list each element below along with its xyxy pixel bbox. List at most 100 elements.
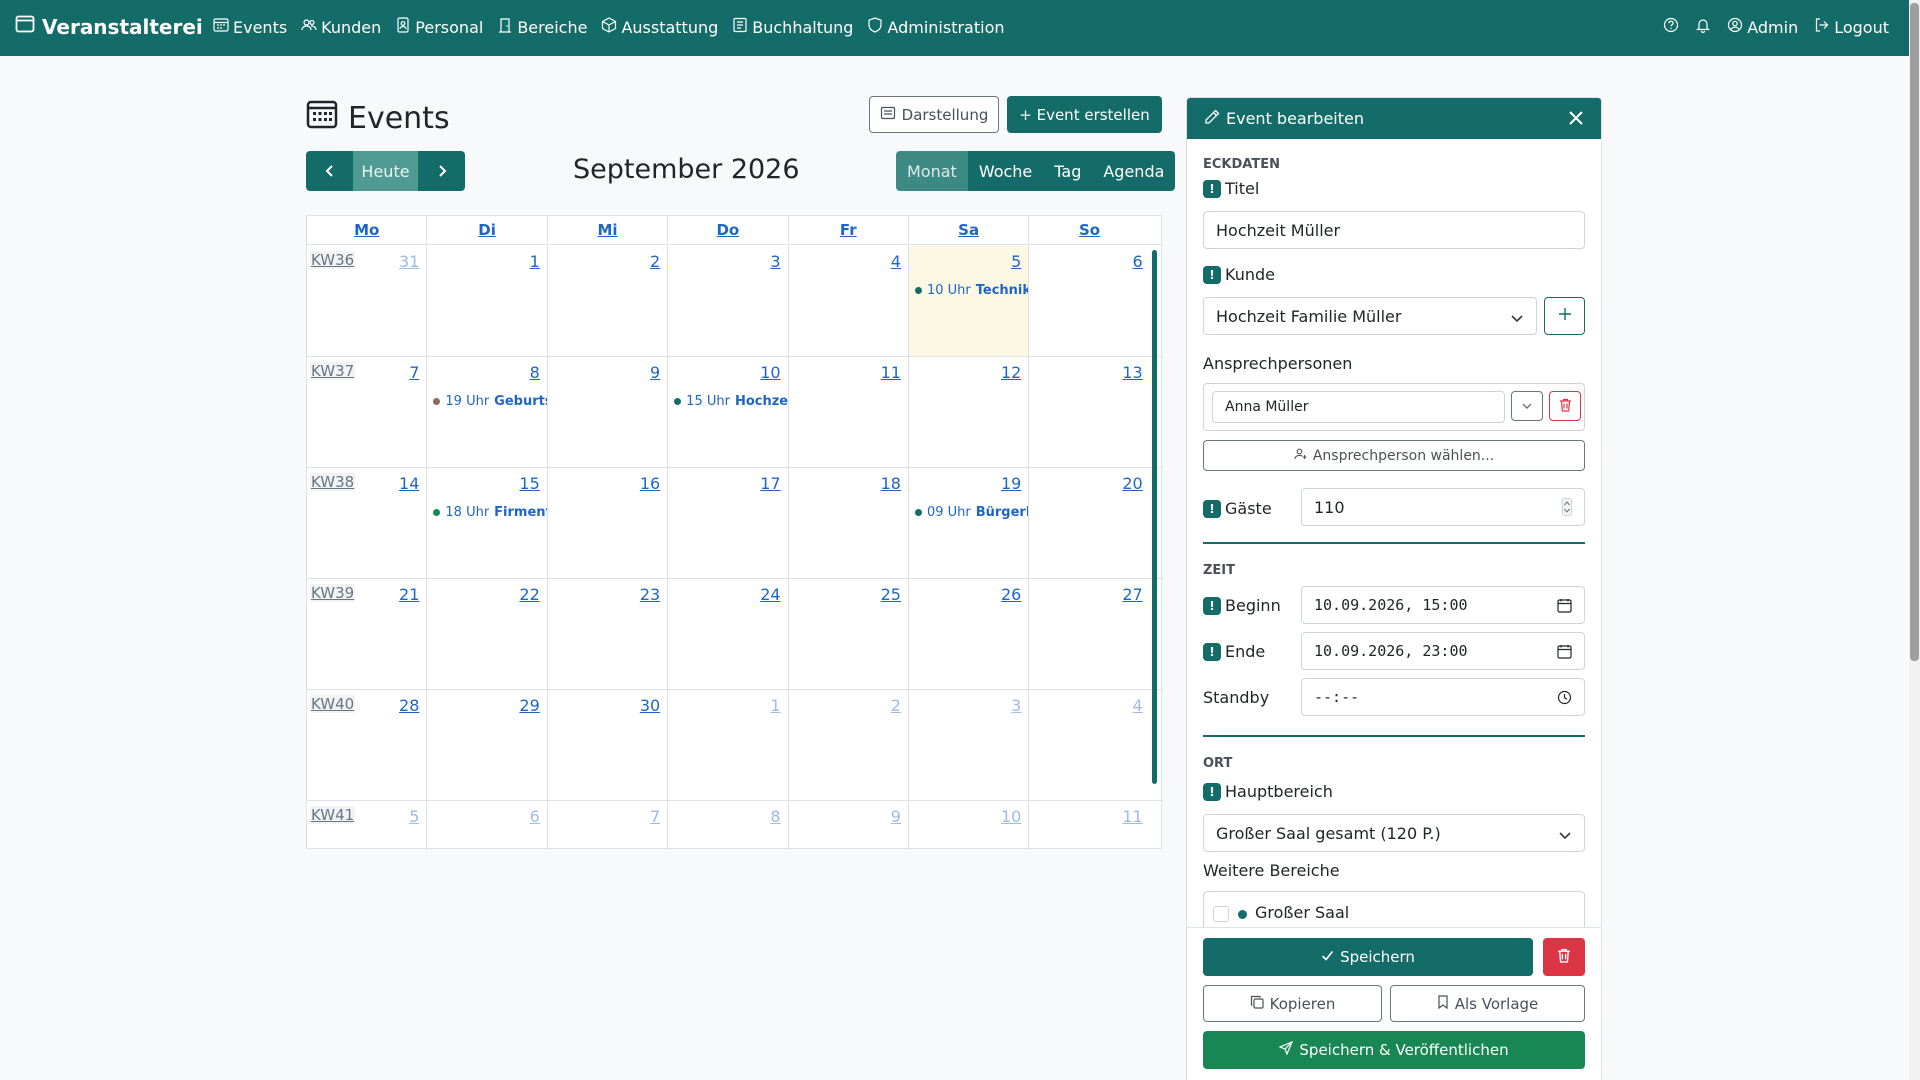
calendar-day-cell[interactable]: 11 [789,357,909,467]
weekday-mo[interactable]: Mo [307,216,428,244]
calendar-scrollbar[interactable] [1152,250,1157,784]
weekday-di[interactable]: Di [427,216,548,244]
remove-ansprechperson-button[interactable] [1549,391,1581,421]
calendar-day-cell[interactable]: KW41 5 [307,801,428,850]
ansprechperson-dropdown-button[interactable] [1511,391,1543,421]
calendar-day-cell[interactable]: KW40 28 [307,690,428,800]
view-agenda-button[interactable]: Agenda [1092,151,1176,191]
bell-icon[interactable] [1695,17,1711,37]
ansprechperson-waehlen-button[interactable]: Ansprechperson wählen... [1203,440,1585,471]
day-number-link[interactable]: 5 [1011,252,1021,271]
day-number-link[interactable]: 8 [530,363,540,382]
nav-administration[interactable]: Administration [867,17,1005,37]
weekday-sa[interactable]: Sa [909,216,1030,244]
calendar-day-cell[interactable]: 15 18 Uhr Firmenfe [427,468,548,578]
day-number-link[interactable]: 9 [891,807,901,826]
day-number-link[interactable]: 11 [881,363,901,382]
calendar-day-cell[interactable]: 22 [427,579,548,689]
calendar-day-cell[interactable]: 11 [1029,801,1149,850]
day-number-link[interactable]: 24 [760,585,780,604]
beginn-input[interactable]: 10.09.2026, 15:00 [1301,586,1585,624]
calendar-day-cell[interactable]: 3 [668,246,789,356]
week-number-link[interactable]: KW38 [310,473,356,491]
help-icon[interactable] [1663,17,1679,37]
weekday-fr[interactable]: Fr [789,216,909,244]
view-week-button[interactable]: Woche [967,151,1044,191]
day-number-link[interactable]: 23 [640,585,660,604]
prev-month-button[interactable] [306,151,353,191]
ende-input[interactable]: 10.09.2026, 23:00 [1301,632,1585,670]
day-number-link[interactable]: 13 [1122,363,1142,382]
calendar-day-cell[interactable]: 1 [668,690,789,800]
day-number-link[interactable]: 11 [1122,807,1142,826]
day-number-link[interactable]: 10 [760,363,780,382]
weekday-mi[interactable]: Mi [548,216,669,244]
calendar-day-cell[interactable]: 16 [548,468,669,578]
nav-personal[interactable]: Personal [395,17,483,37]
day-number-link[interactable]: 28 [399,696,419,715]
day-number-link[interactable]: 14 [399,474,419,493]
calendar-day-cell[interactable]: KW38 14 [307,468,428,578]
day-number-link[interactable]: 16 [640,474,660,493]
day-number-link[interactable]: 4 [891,252,901,271]
weitere-bereich-checkbox[interactable] [1213,906,1229,922]
day-number-link[interactable]: 1 [530,252,540,271]
spinner-icon[interactable] [1562,498,1572,520]
brand[interactable]: Veranstalterei [15,14,203,39]
calendar-day-cell[interactable]: 18 [789,468,909,578]
day-number-link[interactable]: 5 [409,807,419,826]
day-number-link[interactable]: 22 [519,585,539,604]
calendar-day-cell[interactable]: 9 [548,357,669,467]
day-number-link[interactable]: 19 [1001,474,1021,493]
day-number-link[interactable]: 8 [770,807,780,826]
save-as-template-button[interactable]: Als Vorlage [1390,985,1585,1022]
calendar-day-cell[interactable]: 3 [909,690,1030,800]
ansprechperson-select[interactable]: Anna Müller [1212,391,1505,423]
week-number-link[interactable]: KW40 [310,695,356,713]
day-number-link[interactable]: 15 [519,474,539,493]
day-number-link[interactable]: 6 [1133,252,1143,271]
calendar-day-cell[interactable]: 23 [548,579,669,689]
nav-ausstattung[interactable]: Ausstattung [601,17,718,37]
view-month-button[interactable]: Monat [896,151,968,191]
next-month-button[interactable] [418,151,465,191]
calendar-day-cell[interactable]: 2 [789,690,909,800]
calendar-day-cell[interactable]: 13 [1029,357,1149,467]
day-number-link[interactable]: 3 [1011,696,1021,715]
calendar-day-cell[interactable]: 2 [548,246,669,356]
calendar-day-cell[interactable]: 6 [427,801,548,850]
nav-kunden[interactable]: Kunden [301,17,381,37]
calendar-day-cell[interactable]: 27 [1029,579,1149,689]
calendar-day-cell[interactable]: 29 [427,690,548,800]
add-kunde-button[interactable] [1544,297,1585,335]
day-number-link[interactable]: 10 [1001,807,1021,826]
calendar-day-cell[interactable]: KW39 21 [307,579,428,689]
day-number-link[interactable]: 7 [409,363,419,382]
calendar-day-cell[interactable]: 10 15 Uhr Hochzeit [668,357,789,467]
day-number-link[interactable]: 31 [399,252,419,271]
nav-events[interactable]: Events [213,17,287,37]
calendar-day-cell[interactable]: 8 19 Uhr Geburtst [427,357,548,467]
calendar-day-cell[interactable]: KW37 7 [307,357,428,467]
calendar-event[interactable]: 15 Uhr Hochzeit [674,394,788,409]
day-number-link[interactable]: 12 [1001,363,1021,382]
day-number-link[interactable]: 30 [640,696,660,715]
day-number-link[interactable]: 3 [770,252,780,271]
weekday-do[interactable]: Do [668,216,789,244]
day-number-link[interactable]: 26 [1001,585,1021,604]
clock-icon[interactable] [1557,690,1572,709]
day-number-link[interactable]: 25 [881,585,901,604]
day-number-link[interactable]: 4 [1133,696,1143,715]
page-scrollbar-thumb[interactable] [1910,3,1919,661]
titel-input[interactable]: Hochzeit Müller [1203,211,1585,249]
calendar-day-cell[interactable]: 19 09 Uhr Bürgerkc [909,468,1030,578]
save-publish-button[interactable]: Speichern & Veröffentlichen [1203,1031,1585,1069]
day-number-link[interactable]: 21 [399,585,419,604]
calendar-icon[interactable] [1557,644,1572,663]
calendar-day-cell[interactable]: 25 [789,579,909,689]
week-number-link[interactable]: KW39 [310,584,356,602]
calendar-day-cell[interactable]: 24 [668,579,789,689]
day-number-link[interactable]: 9 [650,363,660,382]
page-scrollbar[interactable] [1909,0,1920,1080]
day-number-link[interactable]: 20 [1122,474,1142,493]
